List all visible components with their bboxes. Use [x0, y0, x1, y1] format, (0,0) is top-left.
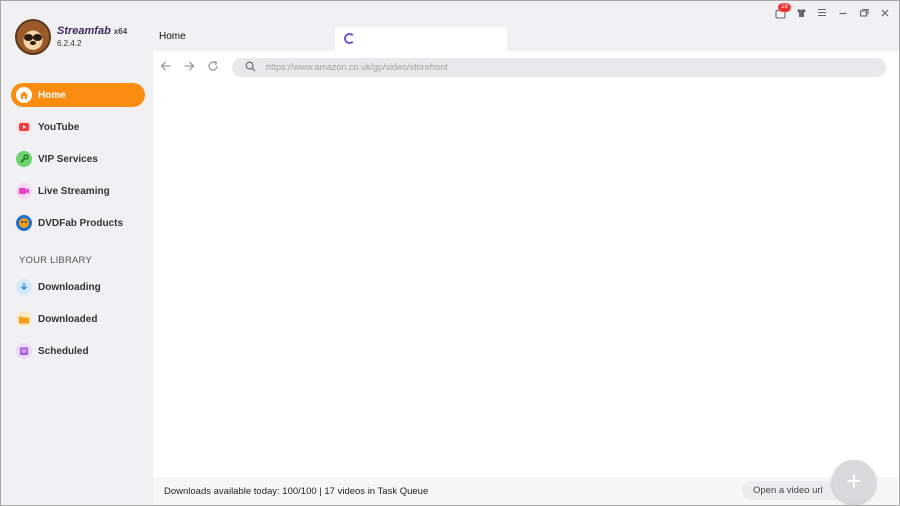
menu-icon: [818, 8, 826, 17]
sidebar-item-label: Live Streaming: [38, 185, 110, 197]
reload-icon: [208, 60, 218, 71]
open-video-url-button[interactable]: Open a video url: [742, 481, 842, 500]
back-button[interactable]: [159, 60, 173, 74]
add-url-button[interactable]: +: [832, 460, 876, 504]
sidebar-item-downloaded[interactable]: Downloaded: [11, 307, 145, 331]
sidebar-item-label: VIP Services: [38, 153, 98, 165]
sidebar-item-youtube[interactable]: YouTube: [11, 115, 145, 139]
close-icon: [881, 9, 889, 17]
address-text: https://www.amazon.co.uk/gp/video/storef…: [266, 62, 448, 72]
app-name-text: Streamfab: [57, 25, 111, 37]
sidebar-item-downloading[interactable]: Downloading: [11, 275, 145, 299]
loading-spinner-icon: [344, 33, 355, 44]
task-queue-button[interactable]: 19: [774, 3, 791, 20]
sidebar-item-live-streaming[interactable]: Live Streaming: [11, 179, 145, 203]
library-section-title: YOUR LIBRARY: [19, 255, 92, 266]
skin-button[interactable]: [795, 8, 807, 20]
sidebar-item-label: Home: [38, 89, 66, 101]
app-version: 6.2.4.2: [57, 39, 82, 48]
minimize-button[interactable]: [837, 8, 849, 20]
download-icon: [16, 279, 32, 295]
sidebar-item-label: DVDFab Products: [38, 217, 124, 229]
forward-button[interactable]: [182, 60, 196, 74]
sidebar-item-label: Scheduled: [38, 345, 89, 357]
app-window: Streamfab x64 6.2.4.2 Home YouTube VIP S…: [0, 0, 900, 506]
sidebar-item-label: Downloaded: [38, 313, 98, 325]
arrow-left-icon: [160, 61, 171, 71]
maximize-button[interactable]: [858, 8, 870, 20]
sidebar-item-dvdfab-products[interactable]: DVDFab Products: [11, 211, 145, 235]
tab-loading[interactable]: [335, 27, 507, 51]
key-icon: [16, 151, 32, 167]
house-icon: [16, 87, 32, 103]
arrow-right-icon: [184, 61, 195, 71]
sidebar-item-home[interactable]: Home: [11, 83, 145, 107]
sidebar-item-vip-services[interactable]: VIP Services: [11, 147, 145, 171]
shirt-icon: [796, 9, 806, 17]
close-button[interactable]: [879, 8, 891, 20]
task-badge: 19: [778, 3, 791, 12]
library-nav: Downloading Downloaded Scheduled: [11, 275, 145, 371]
folder-icon: [16, 311, 32, 327]
sidebar-item-label: YouTube: [38, 121, 80, 133]
search-icon: [245, 61, 256, 72]
browser-content: https://www.amazon.co.uk/gp/video/storef…: [153, 51, 899, 505]
sidebar-item-scheduled[interactable]: Scheduled: [11, 339, 145, 363]
maximize-icon: [859, 8, 869, 17]
menu-button[interactable]: [816, 8, 828, 20]
sidebar: Streamfab x64 6.2.4.2 Home YouTube VIP S…: [1, 1, 153, 505]
youtube-icon: [16, 119, 32, 135]
download-quota-text: Downloads available today: 100/100 | 17 …: [164, 486, 429, 497]
calendar-icon: [16, 343, 32, 359]
tab-home[interactable]: Home: [159, 31, 186, 42]
window-controls: 19: [774, 3, 891, 21]
streamfab-logo-icon: [15, 19, 51, 55]
app-arch: x64: [113, 27, 128, 36]
sidebar-item-label: Downloading: [38, 281, 101, 293]
camera-icon: [16, 183, 32, 199]
dvdfab-icon: [16, 215, 32, 231]
status-bar: Downloads available today: 100/100 | 17 …: [153, 477, 899, 505]
reload-button[interactable]: [206, 60, 220, 74]
brand: Streamfab x64 6.2.4.2: [15, 19, 149, 59]
browser-navbar: https://www.amazon.co.uk/gp/video/storef…: [153, 51, 899, 85]
main-nav: Home YouTube VIP Services Live Streaming: [11, 83, 145, 243]
app-name: Streamfab x64: [57, 25, 127, 37]
address-bar[interactable]: https://www.amazon.co.uk/gp/video/storef…: [232, 58, 886, 77]
minimize-icon: [839, 12, 847, 15]
